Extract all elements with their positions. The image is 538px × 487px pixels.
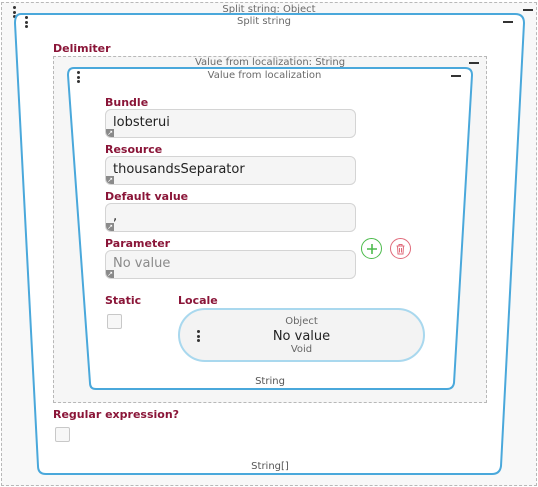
kebab-icon[interactable] <box>75 71 81 83</box>
minimize-icon[interactable] <box>451 75 461 77</box>
arrow-corner-icon: ↗ <box>106 270 114 278</box>
default-value-label: Default value <box>105 190 189 203</box>
bundle-label: Bundle <box>105 96 149 109</box>
static-label: Static <box>105 294 142 307</box>
static-checkbox[interactable] <box>107 314 122 329</box>
add-parameter-button[interactable] <box>361 238 382 259</box>
parameter-value: No value <box>113 256 171 271</box>
delete-parameter-button[interactable] <box>390 238 411 259</box>
split-block-return-type: String[] <box>251 461 289 472</box>
parameter-field[interactable]: No value ↗ <box>105 250 356 279</box>
locale-type-top: Object <box>285 316 318 327</box>
bundle-field[interactable]: lobsterui ↗ <box>105 109 356 138</box>
bundle-value: lobsterui <box>113 115 170 130</box>
arrow-corner-icon: ↗ <box>106 176 114 184</box>
trash-icon <box>396 243 405 254</box>
locale-type-bottom: Void <box>290 344 313 355</box>
locale-label: Locale <box>178 294 218 307</box>
default-value-field[interactable]: , ↗ <box>105 203 356 232</box>
locale-object-pill[interactable]: Object No value Void <box>178 308 425 362</box>
plus-circle-icon <box>366 243 377 254</box>
resource-label: Resource <box>105 143 163 156</box>
regex-label: Regular expression? <box>53 408 180 421</box>
locale-value: No value <box>272 329 331 344</box>
value-block-return-type: String <box>255 376 285 387</box>
arrow-corner-icon: ↗ <box>106 223 114 231</box>
arrow-corner-icon: ↗ <box>106 129 114 137</box>
resource-value: thousandsSeparator <box>113 162 245 177</box>
resource-field[interactable]: thousandsSeparator ↗ <box>105 156 356 185</box>
regex-checkbox[interactable] <box>55 427 70 442</box>
default-value-value: , <box>113 209 118 224</box>
parameter-label: Parameter <box>105 237 171 250</box>
